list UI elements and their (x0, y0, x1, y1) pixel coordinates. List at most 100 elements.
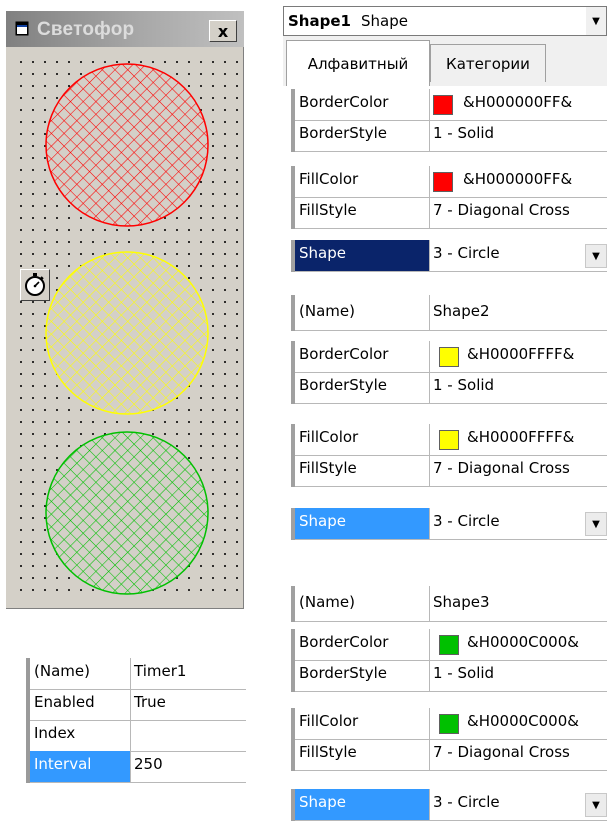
property-name: BorderColor (299, 633, 389, 651)
property-value[interactable]: 7 - Diagonal Cross (433, 459, 570, 477)
property-name: FillColor (299, 428, 359, 446)
property-name: FillStyle (299, 201, 357, 219)
color-swatch (439, 635, 459, 655)
form-client-area (11, 51, 239, 599)
property-name: BorderStyle (299, 124, 387, 142)
property-value[interactable]: 1 - Solid (433, 376, 494, 394)
dropdown-arrow-icon[interactable]: ▼ (585, 793, 607, 817)
tab-categorized[interactable]: Категории (430, 44, 546, 82)
tab-label: Категории (446, 54, 530, 73)
color-swatch (439, 347, 459, 367)
shape3-shape-group: Shape 3 - Circle ▼ (291, 789, 607, 821)
form-icon (15, 21, 29, 36)
property-name: (Name) (34, 662, 90, 680)
property-row-fillcolor[interactable]: FillColor &H000000FF& (295, 166, 607, 198)
property-row-interval[interactable]: Interval 250 (30, 751, 246, 783)
property-name: Index (34, 724, 76, 742)
property-value[interactable]: 250 (134, 755, 163, 773)
property-row-name[interactable]: (Name) Shape2 (295, 295, 607, 331)
property-value[interactable]: &H0000C000& (467, 712, 579, 730)
property-row-fillstyle[interactable]: FillStyle 7 - Diagonal Cross (295, 739, 607, 771)
property-row-fillcolor[interactable]: FillColor &H0000FFFF& (295, 424, 607, 456)
shape1-fill-group: FillColor &H000000FF& FillStyle 7 - Diag… (291, 166, 607, 229)
property-value[interactable]: &H000000FF& (463, 93, 572, 111)
color-swatch (433, 172, 453, 192)
color-swatch (439, 714, 459, 734)
property-name: Shape (299, 244, 346, 262)
property-name: Enabled (34, 693, 95, 711)
shape1-shape-group: Shape 3 - Circle ▼ (291, 240, 607, 272)
property-value[interactable]: 3 - Circle (433, 512, 500, 530)
property-name: Shape (299, 793, 346, 811)
property-row-name[interactable]: (Name) Timer1 (30, 658, 246, 690)
yellow-lamp[interactable] (45, 251, 209, 415)
close-icon: x (217, 21, 229, 41)
stopwatch-icon (25, 273, 45, 296)
property-value[interactable]: 1 - Solid (433, 124, 494, 142)
property-name: BorderStyle (299, 376, 387, 394)
property-name: (Name) (299, 593, 355, 611)
shape2-fill-group: FillColor &H0000FFFF& FillStyle 7 - Diag… (291, 424, 607, 487)
title-bar: Светофор x (6, 11, 244, 47)
shape3-color-group: BorderColor &H0000C000& BorderStyle 1 - … (291, 629, 607, 692)
object-name: Shape1 (288, 12, 351, 30)
property-row-name[interactable]: (Name) Shape3 (295, 586, 607, 622)
close-button[interactable]: x (209, 20, 237, 42)
property-row-enabled[interactable]: Enabled True (30, 689, 246, 721)
property-row-shape[interactable]: Shape 3 - Circle ▼ (295, 508, 607, 540)
color-swatch (439, 430, 459, 450)
shape3-name-group: (Name) Shape3 (291, 586, 607, 622)
property-value[interactable]: &H000000FF& (463, 170, 572, 188)
property-value[interactable]: 7 - Diagonal Cross (433, 743, 570, 761)
property-row-borderstyle[interactable]: BorderStyle 1 - Solid (295, 120, 607, 152)
property-row-bordercolor[interactable]: BorderColor &H000000FF& (295, 89, 607, 121)
property-value[interactable]: 3 - Circle (433, 793, 500, 811)
object-type: Shape (361, 12, 408, 30)
property-row-bordercolor[interactable]: BorderColor &H0000FFFF& (295, 341, 607, 373)
property-row-shape[interactable]: Shape 3 - Circle ▼ (295, 789, 607, 821)
property-name: Interval (34, 755, 92, 773)
property-value[interactable]: True (134, 693, 166, 711)
property-row-index[interactable]: Index (30, 720, 246, 752)
property-value[interactable]: Shape2 (433, 302, 490, 320)
property-row-fillcolor[interactable]: FillColor &H0000C000& (295, 708, 607, 740)
property-row-bordercolor[interactable]: BorderColor &H0000C000& (295, 629, 607, 661)
shape2-color-group: BorderColor &H0000FFFF& BorderStyle 1 - … (291, 341, 607, 404)
dropdown-arrow-icon[interactable]: ▼ (585, 512, 607, 536)
property-value[interactable]: 1 - Solid (433, 664, 494, 682)
property-row-fillstyle[interactable]: FillStyle 7 - Diagonal Cross (295, 197, 607, 229)
tab-alphabetic[interactable]: Алфавитный (286, 40, 430, 86)
property-value[interactable]: Timer1 (134, 662, 186, 680)
property-name: FillStyle (299, 743, 357, 761)
properties-tabs: Алфавитный Категории (283, 36, 607, 86)
property-value[interactable]: &H0000FFFF& (467, 428, 574, 446)
shape1-color-group: BorderColor &H000000FF& BorderStyle 1 - … (291, 89, 607, 152)
object-selector[interactable]: Shape1 Shape ▼ (283, 6, 607, 36)
property-value[interactable]: 7 - Diagonal Cross (433, 201, 570, 219)
dropdown-arrow-icon[interactable]: ▼ (586, 7, 606, 35)
shape2-name-group: (Name) Shape2 (291, 295, 607, 331)
property-name: (Name) (299, 302, 355, 320)
property-name: FillStyle (299, 459, 357, 477)
property-row-borderstyle[interactable]: BorderStyle 1 - Solid (295, 660, 607, 692)
property-name: BorderColor (299, 345, 389, 363)
shape3-fill-group: FillColor &H0000C000& FillStyle 7 - Diag… (291, 708, 607, 771)
property-name: BorderStyle (299, 664, 387, 682)
red-lamp[interactable] (45, 63, 209, 227)
property-row-borderstyle[interactable]: BorderStyle 1 - Solid (295, 372, 607, 404)
green-lamp[interactable] (45, 431, 209, 595)
color-swatch (433, 95, 453, 115)
property-row-fillstyle[interactable]: FillStyle 7 - Diagonal Cross (295, 455, 607, 487)
property-value[interactable]: &H0000C000& (467, 633, 579, 651)
property-value[interactable]: &H0000FFFF& (467, 345, 574, 363)
property-value[interactable]: 3 - Circle (433, 244, 500, 262)
form-title: Светофор (37, 19, 135, 40)
property-value[interactable]: Shape3 (433, 593, 490, 611)
timer-control[interactable] (20, 269, 50, 301)
property-name: FillColor (299, 170, 359, 188)
property-name: FillColor (299, 712, 359, 730)
property-name: BorderColor (299, 93, 389, 111)
dropdown-arrow-icon[interactable]: ▼ (585, 244, 607, 268)
timer-properties-grid: (Name) Timer1 Enabled True Index Interva… (26, 658, 246, 783)
property-row-shape[interactable]: Shape 3 - Circle ▼ (295, 240, 607, 272)
